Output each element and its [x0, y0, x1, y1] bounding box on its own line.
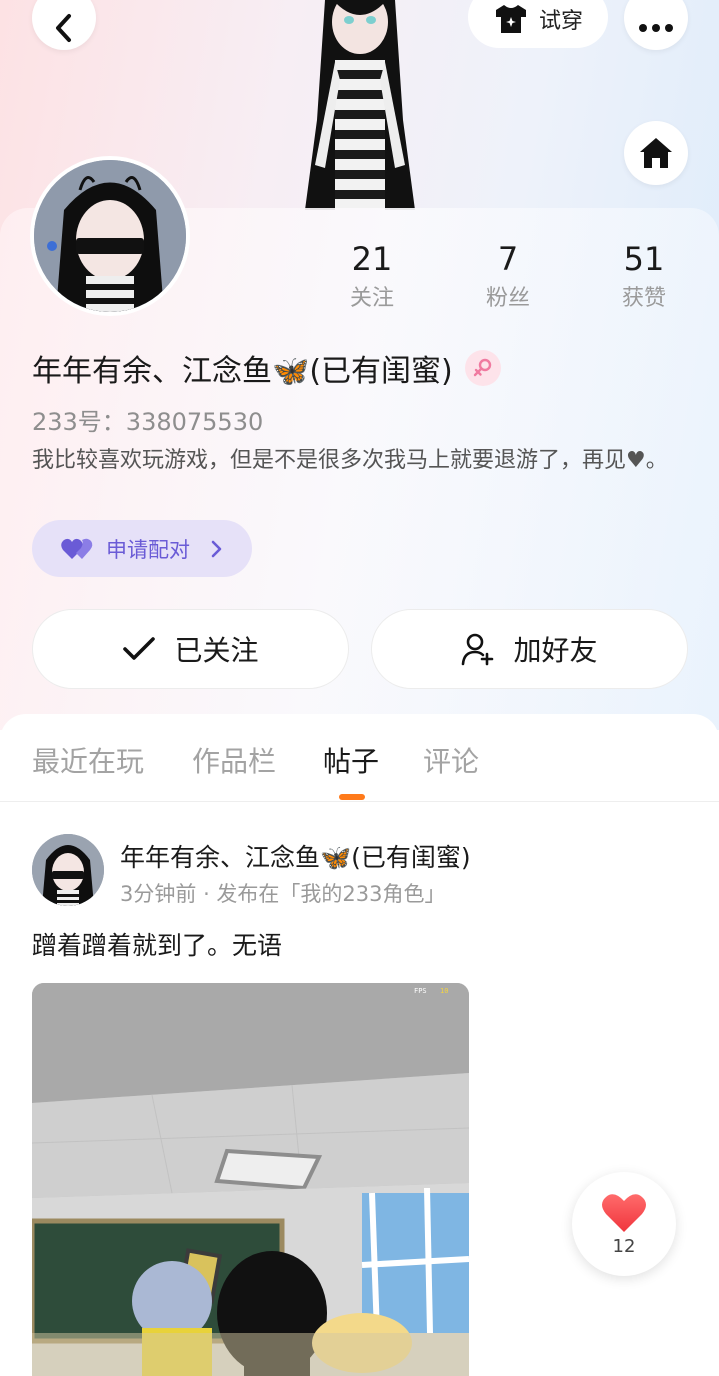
likes-received-label: 获赞 — [621, 286, 666, 311]
fps-label: FPS — [414, 987, 427, 995]
likes-received-stat[interactable]: 51 获赞 — [584, 240, 704, 312]
profile-nickname: 年年有余、江念鱼🦋(已有闺蜜) — [32, 346, 501, 390]
following-button[interactable]: 已关注 — [32, 609, 349, 689]
try-on-label: 试穿 — [538, 9, 583, 34]
tab-comments[interactable]: 评论 — [423, 740, 479, 780]
like-count: 12 — [612, 1235, 636, 1257]
meta-separator: · — [203, 882, 217, 906]
character-figure-image — [305, 0, 415, 210]
content-tabs: 最近在玩 作品栏 帖子 评论 — [0, 714, 719, 802]
nickname-text: 年年有余、江念鱼🦋(已有闺蜜) — [32, 354, 453, 389]
home-icon — [640, 138, 672, 168]
following-stat[interactable]: 21 关注 — [312, 240, 432, 312]
profile-bio: 我比较喜欢玩游戏，但是不是很多次我马上就要退游了，再见♥。 — [32, 448, 668, 473]
add-friend-button[interactable]: 加好友 — [371, 609, 688, 689]
post-author-avatar[interactable] — [32, 834, 104, 906]
tshirt-icon — [495, 5, 526, 33]
more-dots-icon — [639, 24, 673, 32]
double-heart-icon — [61, 538, 93, 559]
add-friend-label: 加好友 — [513, 634, 598, 667]
fps-value: 10 — [440, 987, 448, 995]
tab-recently-played[interactable]: 最近在玩 — [32, 740, 144, 780]
heart-icon — [602, 1193, 646, 1232]
chevron-left-icon — [56, 14, 71, 42]
following-button-label: 已关注 — [174, 634, 259, 667]
post-author-name[interactable]: 年年有余、江念鱼🦋(已有闺蜜) — [120, 838, 471, 874]
followers-stat[interactable]: 7 粉丝 — [448, 240, 568, 312]
active-tab-indicator — [339, 794, 365, 800]
home-button[interactable] — [624, 121, 688, 185]
likes-received-count: 51 — [623, 240, 665, 278]
following-count: 21 — [351, 240, 393, 278]
user-id: 233号：338075530 — [32, 408, 264, 436]
tab-works[interactable]: 作品栏 — [192, 740, 276, 780]
post-location[interactable]: 发布在「我的233角色」 — [216, 882, 445, 906]
checkmark-icon — [123, 637, 156, 660]
post-text: 蹭着蹭着就到了。无语 — [32, 931, 283, 960]
avatar-image — [34, 160, 186, 312]
post-meta: 3分钟前 · 发布在「我的233角色」 — [120, 878, 446, 908]
like-button[interactable]: 12 — [572, 1172, 676, 1276]
female-gender-icon — [464, 350, 501, 386]
profile-avatar[interactable] — [30, 156, 190, 316]
classroom-scene-image: FPS 10 — [32, 983, 469, 1376]
followers-label: 粉丝 — [485, 286, 530, 311]
try-on-button[interactable]: 试穿 — [468, 0, 608, 48]
post-time: 3分钟前 — [120, 882, 197, 906]
chevron-right-icon — [211, 540, 222, 557]
add-user-icon — [462, 633, 494, 666]
tab-posts[interactable]: 帖子 — [323, 740, 379, 780]
followers-count: 7 — [497, 240, 519, 278]
following-label: 关注 — [349, 286, 394, 311]
post-image[interactable]: FPS 10 — [32, 983, 469, 1376]
request-pair-label: 申请配对 — [106, 537, 190, 562]
request-pair-button[interactable]: 申请配对 — [32, 520, 252, 577]
